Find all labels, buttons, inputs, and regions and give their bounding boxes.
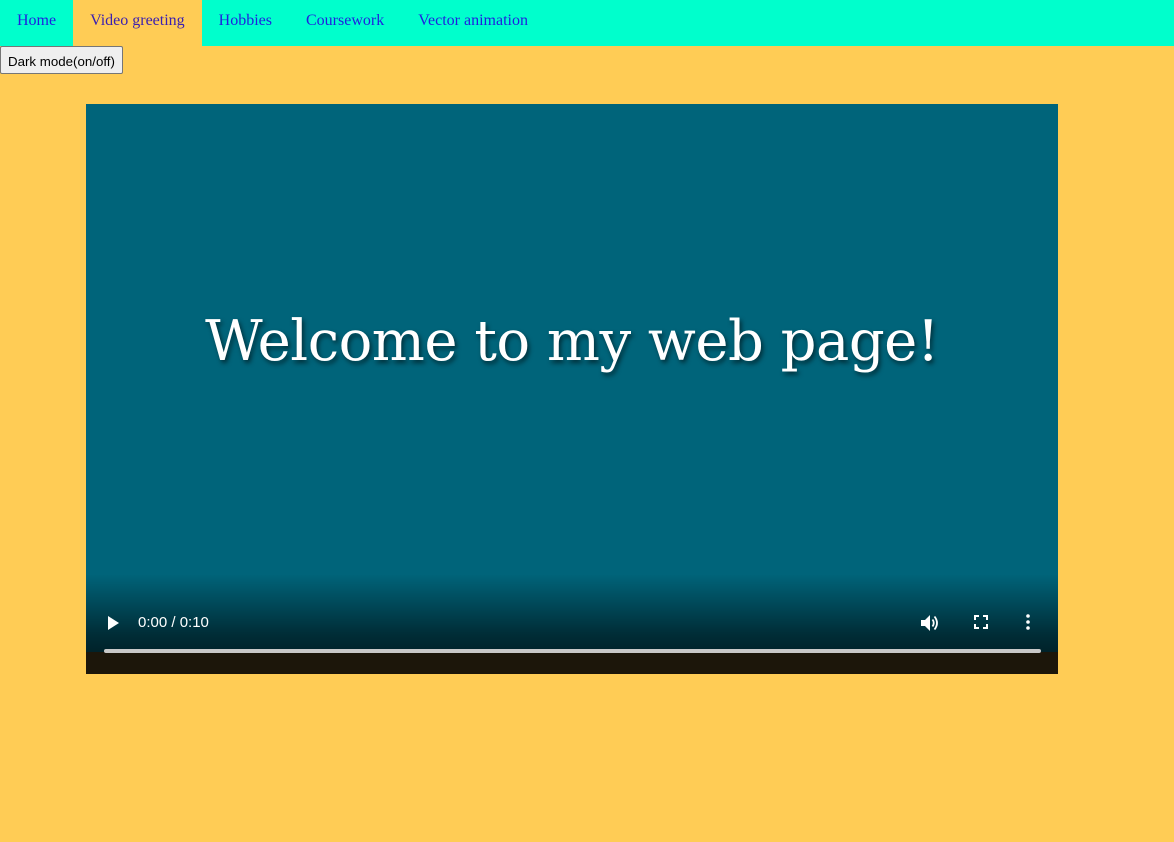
video-controls-band [86, 652, 1058, 674]
nav-item-video-greeting[interactable]: Video greeting [73, 0, 202, 46]
nav-item-label: Hobbies [218, 12, 272, 29]
nav-item-label: Coursework [306, 12, 385, 29]
volume-icon[interactable] [920, 614, 940, 632]
dark-mode-toggle-button[interactable]: Dark mode(on/off) [0, 46, 123, 74]
more-options-icon[interactable] [1026, 614, 1030, 630]
navbar: Home Video greeting Hobbies Coursework V… [0, 0, 1174, 46]
fullscreen-icon[interactable] [974, 615, 988, 629]
nav-item-label: Home [17, 12, 57, 29]
nav-item-label: Vector animation [418, 12, 528, 29]
nav-item-coursework[interactable]: Coursework [289, 0, 401, 46]
play-icon[interactable] [108, 616, 119, 630]
video-title-text: Welcome to my web page! [205, 309, 939, 374]
video-player[interactable]: Welcome to my web page! 0:00 / 0:10 [86, 104, 1058, 674]
nav-item-home[interactable]: Home [0, 0, 73, 46]
nav-item-hobbies[interactable]: Hobbies [202, 0, 289, 46]
nav-item-vector-animation[interactable]: Vector animation [401, 0, 545, 46]
video-progress-bar[interactable] [104, 649, 1041, 653]
video-time-display: 0:00 / 0:10 [138, 614, 209, 631]
nav-item-label: Video greeting [90, 12, 185, 29]
